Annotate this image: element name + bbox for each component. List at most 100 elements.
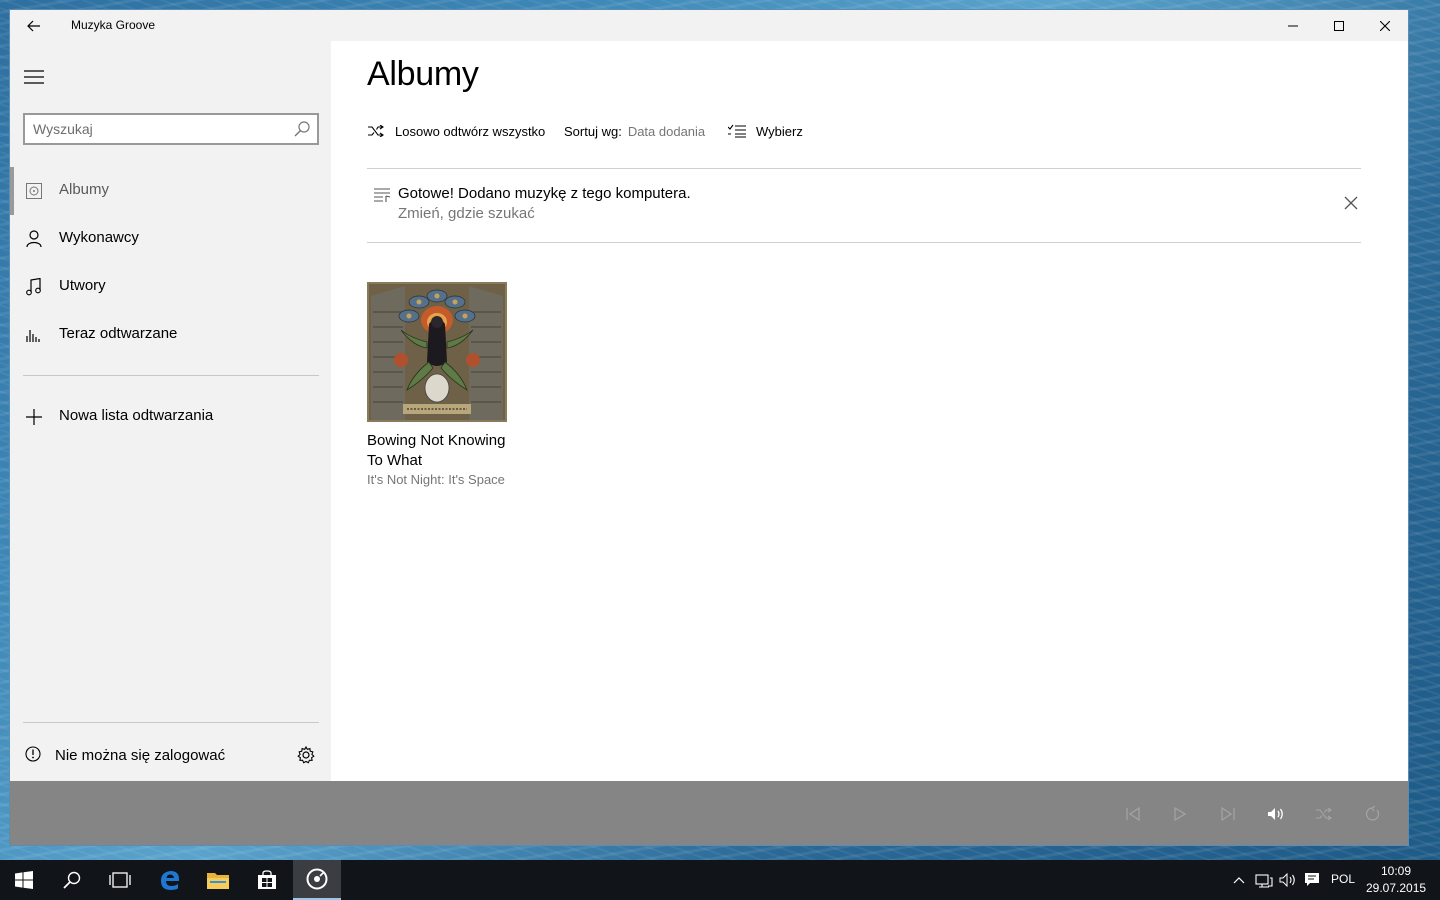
- change-location-link[interactable]: Zmień, gdzie szukać: [398, 205, 535, 222]
- edge-icon: [161, 871, 179, 890]
- notice-message: Gotowe! Dodano muzykę z tego komputera.: [398, 185, 691, 202]
- folder-icon: [207, 873, 229, 889]
- show-hidden-icons-button[interactable]: [1230, 871, 1248, 889]
- notice-divider-bottom: [367, 242, 1361, 243]
- store-bag-icon: [258, 870, 276, 889]
- store-button[interactable]: [243, 860, 291, 900]
- shuffle-icon: [367, 122, 385, 140]
- groove-music-icon: [306, 868, 328, 890]
- album-icon: [24, 181, 44, 201]
- shuffle-toggle[interactable]: [1311, 801, 1337, 827]
- shuffle-all-label: Losowo odtwórz wszystko: [395, 123, 546, 139]
- search-icon: [63, 871, 81, 889]
- volume-icon: [1268, 808, 1283, 820]
- maximize-button[interactable]: [1316, 10, 1362, 41]
- album-artist[interactable]: It's Not Night: It's Space: [367, 472, 507, 487]
- plus-icon: [24, 407, 44, 427]
- page-title: Albumy: [367, 55, 479, 93]
- next-button[interactable]: [1215, 801, 1241, 827]
- sidebar-item-label: Teraz odtwarzane: [59, 325, 178, 342]
- next-icon: [1221, 807, 1235, 821]
- sort-label: Sortuj wg:: [564, 123, 622, 139]
- arrow-left-icon: [27, 20, 40, 32]
- notification-banner: Gotowe! Dodano muzykę z tego komputera. …: [367, 169, 1361, 241]
- repeat-icon: [1365, 806, 1380, 821]
- new-playlist-label: Nowa lista odtwarzania: [59, 407, 214, 424]
- shuffle-icon: [1316, 808, 1332, 820]
- sidebar-item-label: Wykonawcy: [59, 229, 139, 246]
- list-notification-icon: [374, 188, 391, 202]
- sidebar-item-now-playing[interactable]: Teraz odtwarzane: [10, 311, 331, 359]
- new-playlist-button[interactable]: Nowa lista odtwarzania: [10, 393, 331, 441]
- sort-value: Data dodania: [627, 123, 706, 139]
- playback-bar: [10, 781, 1408, 845]
- system-clock[interactable]: 10:09 29.07.2015: [1366, 863, 1426, 897]
- warning-icon: [25, 746, 41, 762]
- select-button[interactable]: Wybierz: [728, 119, 803, 143]
- album-tile[interactable]: Bowing Not Knowing To What It's Not Nigh…: [367, 282, 507, 487]
- select-label: Wybierz: [756, 123, 803, 139]
- notification-icon: [1305, 873, 1319, 886]
- command-bar: Losowo odtwórz wszystko Sortuj wg: Data …: [367, 119, 1167, 143]
- clock-date: 29.07.2015: [1366, 881, 1427, 895]
- title-bar: Muzyka Groove: [10, 10, 1408, 41]
- speaker-icon: [1279, 873, 1295, 887]
- sidebar-divider: [23, 375, 319, 376]
- signin-label: Nie można się zalogować: [55, 747, 226, 764]
- previous-button[interactable]: [1120, 801, 1146, 827]
- search-icon[interactable]: [293, 120, 311, 138]
- input-language-indicator[interactable]: POL: [1331, 872, 1355, 886]
- sidebar-item-songs[interactable]: Utwory: [10, 263, 331, 311]
- start-button[interactable]: [0, 860, 48, 900]
- shuffle-all-button[interactable]: Losowo odtwórz wszystko: [367, 119, 545, 143]
- music-note-icon: [24, 277, 44, 297]
- hamburger-icon: [24, 70, 44, 84]
- play-icon: [1174, 807, 1187, 821]
- taskbar: POL 10:09 29.07.2015: [0, 860, 1440, 900]
- play-button[interactable]: [1167, 801, 1193, 827]
- main-content: Albumy Losowo odtwórz wszystko Sortuj wg…: [331, 41, 1408, 781]
- network-icon: [1255, 874, 1273, 888]
- previous-icon: [1126, 807, 1140, 821]
- close-icon: [1380, 20, 1390, 31]
- checklist-icon: [728, 122, 746, 140]
- action-center-button[interactable]: [1303, 871, 1321, 889]
- groove-music-taskbar-button[interactable]: [293, 860, 341, 900]
- sidebar-item-albums[interactable]: Albumy: [10, 167, 331, 215]
- close-button[interactable]: [1362, 10, 1408, 41]
- task-view-button[interactable]: [96, 860, 144, 900]
- signin-status[interactable]: Nie można się zalogować: [10, 731, 331, 779]
- sidebar-divider: [23, 722, 319, 723]
- search-taskbar-button[interactable]: [48, 860, 96, 900]
- sidebar-item-artists[interactable]: Wykonawcy: [10, 215, 331, 263]
- search-input[interactable]: [33, 119, 283, 139]
- person-icon: [24, 229, 44, 249]
- sidebar: Albumy Wykonawcy Utwory Teraz odtwarzane: [10, 41, 331, 781]
- edge-browser-button[interactable]: [146, 860, 194, 900]
- hamburger-menu-button[interactable]: [22, 65, 46, 89]
- repeat-toggle[interactable]: [1359, 801, 1385, 827]
- minimize-button[interactable]: [1270, 10, 1316, 41]
- windows-logo-icon: [15, 871, 33, 889]
- maximize-icon: [1334, 20, 1344, 31]
- window-title: Muzyka Groove: [71, 18, 156, 32]
- sidebar-item-label: Albumy: [59, 181, 110, 198]
- chevron-up-icon: [1233, 877, 1245, 884]
- equalizer-icon: [24, 325, 44, 345]
- network-button[interactable]: [1255, 871, 1273, 889]
- task-view-icon: [109, 872, 131, 888]
- groove-music-window: Muzyka Groove Albumy Wy: [9, 9, 1409, 846]
- back-button[interactable]: [20, 15, 48, 37]
- volume-tray-button[interactable]: [1279, 871, 1297, 889]
- album-cover[interactable]: [367, 282, 507, 422]
- minimize-icon: [1288, 25, 1298, 26]
- album-title[interactable]: Bowing Not Knowing To What: [367, 431, 507, 471]
- file-explorer-button[interactable]: [194, 860, 242, 900]
- search-box: [23, 113, 319, 145]
- gear-icon[interactable]: [296, 745, 316, 765]
- volume-button[interactable]: [1263, 801, 1289, 827]
- sidebar-item-label: Utwory: [59, 277, 106, 294]
- sort-dropdown[interactable]: Sortuj wg: Data dodania: [564, 119, 705, 143]
- dismiss-notice-icon[interactable]: [1343, 195, 1359, 211]
- clock-time: 10:09: [1380, 864, 1412, 878]
